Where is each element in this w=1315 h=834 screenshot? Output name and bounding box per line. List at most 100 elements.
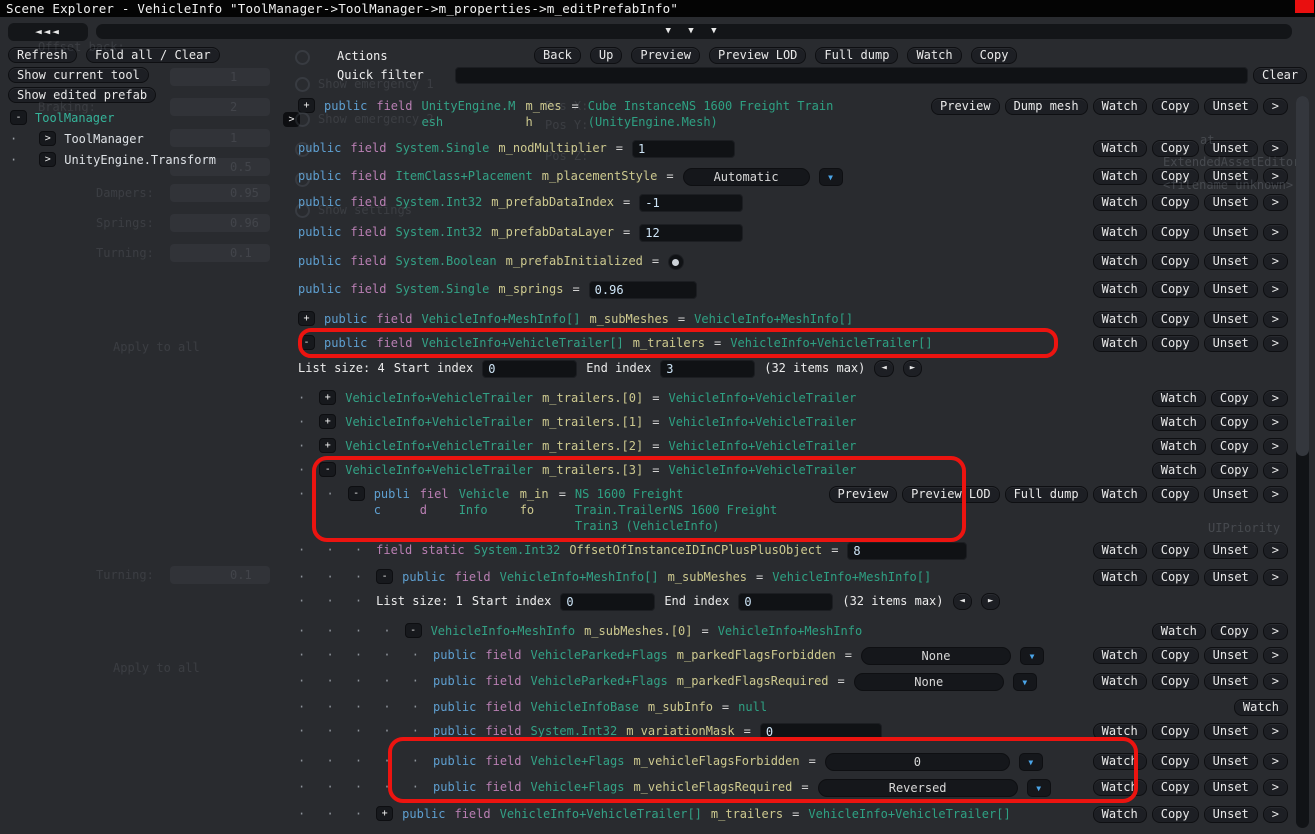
unset-button[interactable]: Unset [1203, 673, 1258, 690]
window-drag-handle[interactable]: ▼ ▼ ▼ [96, 24, 1292, 39]
next-page-button[interactable]: ► [902, 360, 923, 377]
copy-button[interactable]: Copy [1151, 569, 1199, 586]
expand-icon[interactable]: + [319, 438, 337, 453]
drill-in-button[interactable]: > [1262, 542, 1288, 559]
scrollbar-thumb[interactable] [1296, 96, 1309, 456]
drill-in-button[interactable]: > [1262, 779, 1288, 796]
expand-icon[interactable]: + [298, 311, 315, 326]
drill-in-button[interactable]: > [1262, 281, 1288, 298]
value-input[interactable]: 1 [632, 140, 736, 158]
copy-button[interactable]: Copy [1151, 542, 1199, 559]
copy-button[interactable]: Copy [1151, 647, 1199, 664]
field-value[interactable]: VehicleInfo+MeshInfo[] [694, 311, 853, 327]
dropdown-arrow-icon[interactable]: ▼ [1018, 753, 1043, 771]
unset-button[interactable]: Unset [1203, 806, 1258, 823]
watch-button[interactable]: Watch [1151, 623, 1206, 640]
field-value[interactable]: VehicleInfo+VehicleTrailer [668, 438, 856, 454]
watch-button[interactable]: Watch [1092, 779, 1147, 796]
expand-icon[interactable]: > [39, 131, 57, 146]
watch-button[interactable]: Watch [1151, 414, 1206, 431]
collapse-icon[interactable]: - [404, 623, 422, 638]
unset-button[interactable]: Unset [1203, 753, 1258, 770]
drill-in-button[interactable]: > [1262, 753, 1288, 770]
unset-button[interactable]: Unset [1203, 569, 1258, 586]
watch-button[interactable]: Watch [1233, 699, 1288, 716]
unset-button[interactable]: Unset [1203, 486, 1258, 503]
drill-in-button[interactable]: > [1262, 390, 1288, 407]
copy-button[interactable]: Copy [1210, 390, 1258, 407]
field-value[interactable]: Cube InstanceNS 1600 Freight Train (Unit… [588, 98, 838, 130]
unset-button[interactable]: Unset [1203, 224, 1258, 241]
preview-button[interactable]: Preview [931, 98, 1000, 115]
value-dropdown[interactable]: 0 [824, 753, 1010, 771]
history-back-button[interactable]: ◄◄◄ [8, 23, 88, 41]
watch-button[interactable]: Watch [1092, 486, 1147, 503]
close-button[interactable] [1295, 0, 1314, 13]
dropdown-arrow-icon[interactable]: ▼ [818, 168, 843, 186]
copy-button[interactable]: Copy [1151, 224, 1199, 241]
copy-button[interactable]: Copy [1151, 779, 1199, 796]
watch-button[interactable]: Watch [1092, 335, 1147, 352]
drill-in-button[interactable]: > [1262, 335, 1288, 352]
copy-button[interactable]: Copy [1151, 253, 1199, 270]
value-toggle[interactable] [668, 254, 685, 270]
watch-button[interactable]: Watch [1092, 753, 1147, 770]
dropdown-arrow-icon[interactable]: ▼ [1026, 779, 1051, 797]
field-value[interactable]: VehicleInfo+MeshInfo [718, 623, 863, 639]
copy-button[interactable]: Copy [1210, 623, 1258, 640]
watch-button[interactable]: Watch [1092, 194, 1147, 211]
quick-filter-input[interactable] [455, 67, 1248, 84]
drill-in-button[interactable]: > [1262, 462, 1288, 479]
copy-button[interactable]: Copy [1151, 311, 1199, 328]
copy-button[interactable]: Copy [1210, 438, 1258, 455]
start-index-input[interactable]: 0 [560, 593, 656, 611]
field-value[interactable]: VehicleInfo+VehicleTrailer [668, 390, 856, 406]
copy-button[interactable]: Copy [1151, 753, 1199, 770]
watch-button[interactable]: Watch [1092, 98, 1147, 115]
copy-button[interactable]: Copy [1151, 806, 1199, 823]
value-dropdown[interactable]: Reversed [817, 779, 1018, 797]
drill-in-button[interactable]: > [1262, 486, 1288, 503]
prev-page-button[interactable]: ◄ [874, 360, 894, 377]
field-value[interactable]: NS 1600 Freight Train.TrailerNS 1600 Fre… [575, 486, 785, 534]
value-input[interactable]: 0.96 [588, 281, 697, 299]
watch-button[interactable]: Watch [1092, 542, 1147, 559]
next-page-button[interactable]: ► [980, 593, 1001, 610]
tree-node-toolmanager-child[interactable]: · > ToolManager [10, 131, 144, 146]
value-input[interactable]: 8 [847, 542, 968, 560]
field-value[interactable]: VehicleInfo+VehicleTrailer[] [808, 806, 1010, 822]
unset-button[interactable]: Unset [1203, 194, 1258, 211]
drill-in-button[interactable]: > [1262, 253, 1288, 270]
preview-lod-button[interactable]: Preview LOD [708, 47, 807, 64]
collapse-icon[interactable]: - [298, 335, 315, 350]
unset-button[interactable]: Unset [1203, 335, 1258, 352]
unset-button[interactable]: Unset [1203, 98, 1258, 115]
drill-in-button[interactable]: > [1262, 647, 1288, 664]
copy-button[interactable]: Copy [1210, 462, 1258, 479]
watch-button[interactable]: Watch [1092, 311, 1147, 328]
value-dropdown[interactable]: None [853, 673, 1004, 691]
unset-button[interactable]: Unset [1203, 779, 1258, 796]
field-value[interactable]: VehicleInfo+VehicleTrailer[] [730, 335, 932, 351]
watch-button[interactable]: Watch [1092, 673, 1147, 690]
value-dropdown[interactable]: None [860, 647, 1011, 665]
copy-button[interactable]: Copy [1151, 673, 1199, 690]
collapse-icon[interactable]: - [319, 462, 337, 477]
unset-button[interactable]: Unset [1203, 542, 1258, 559]
expand-icon[interactable]: + [319, 414, 337, 429]
watch-button[interactable]: Watch [1092, 806, 1147, 823]
preview-button[interactable]: Preview [631, 47, 700, 64]
end-index-input[interactable]: 3 [660, 360, 756, 378]
value-input[interactable]: -1 [639, 194, 744, 212]
watch-button[interactable]: Watch [1092, 569, 1147, 586]
value-input[interactable]: 12 [639, 224, 744, 242]
collapse-icon[interactable]: - [376, 569, 394, 584]
watch-button[interactable]: Watch [1092, 253, 1147, 270]
expand-icon[interactable]: + [298, 98, 315, 113]
preview-button[interactable]: Preview [828, 486, 898, 503]
unset-button[interactable]: Unset [1203, 647, 1258, 664]
full-dump-button[interactable]: Full dump [815, 47, 899, 64]
unset-button[interactable]: Unset [1203, 723, 1258, 740]
watch-button[interactable]: Watch [1092, 168, 1147, 185]
drill-in-button[interactable]: > [1262, 673, 1288, 690]
